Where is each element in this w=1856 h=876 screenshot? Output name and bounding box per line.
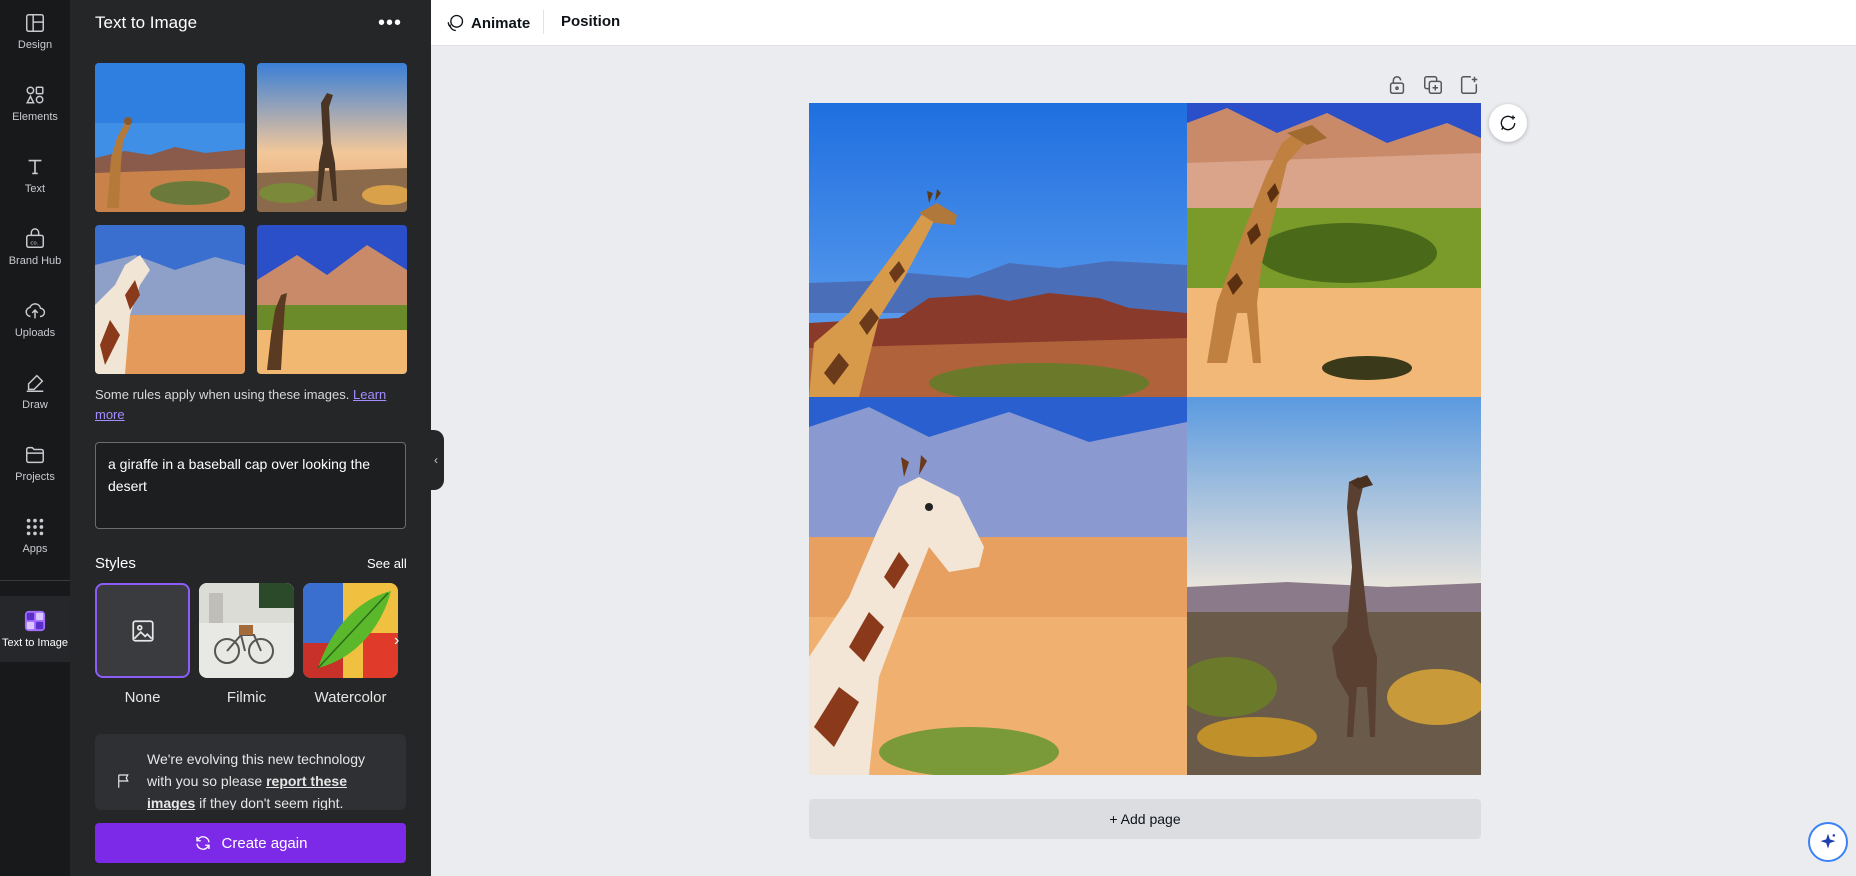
- rail-label-design: Design: [17, 38, 53, 51]
- style-label-none: None: [124, 689, 161, 706]
- result-thumbnail-3[interactable]: [95, 225, 245, 374]
- image-placeholder-icon: [131, 619, 154, 642]
- rail-item-apps[interactable]: Apps: [0, 504, 70, 566]
- add-page-icon[interactable]: [1458, 74, 1480, 96]
- result-thumbnail-2[interactable]: [257, 63, 407, 212]
- elements-icon: [26, 85, 44, 104]
- text-icon: [28, 159, 42, 174]
- see-all-link[interactable]: See all: [367, 556, 407, 571]
- rail-item-design[interactable]: Design: [0, 0, 70, 62]
- style-label-watercolor: Watercolor: [314, 689, 387, 706]
- watercolor-style-preview: [303, 583, 398, 678]
- giraffe-desert-image-4: [1187, 397, 1481, 775]
- style-option-filmic[interactable]: [199, 583, 294, 678]
- more-options-icon[interactable]: •••: [378, 12, 402, 35]
- rail-label-brand-hub: Brand Hub: [8, 254, 62, 267]
- text-to-image-panel: Text to Image ••• Some rules apply when …: [70, 0, 431, 876]
- uploads-icon: [25, 302, 46, 318]
- design-icon: [26, 13, 44, 32]
- position-button[interactable]: Position: [561, 13, 620, 30]
- giraffe-desert-image-2: [1187, 103, 1481, 397]
- giraffe-desert-image-1: [809, 103, 1187, 397]
- prompt-input[interactable]: a giraffe in a baseball cap over looking…: [95, 442, 406, 529]
- flag-icon: [118, 774, 129, 788]
- projects-icon: [26, 446, 44, 463]
- rail-label-text: Text: [24, 182, 46, 195]
- result-thumbnail-4[interactable]: [257, 225, 407, 374]
- comment-add-icon: [1500, 115, 1516, 131]
- brand-hub-icon: co.: [26, 227, 44, 248]
- giraffe-desert-image-3: [809, 397, 1187, 775]
- canvas-image-1[interactable]: [809, 103, 1187, 397]
- styles-heading: Styles: [95, 555, 136, 572]
- draw-icon: [26, 374, 44, 392]
- create-again-button[interactable]: Create again: [95, 823, 406, 863]
- notice-text: We're evolving this new technology with …: [147, 748, 387, 810]
- giraffe-image-2: [257, 63, 407, 212]
- apps-icon: [26, 518, 44, 535]
- usage-rules-text: Some rules apply when using these images…: [95, 385, 395, 425]
- rail-label-uploads: Uploads: [14, 326, 56, 339]
- rail-item-text-to-image[interactable]: Text to Image: [0, 596, 70, 662]
- animate-button[interactable]: Animate: [445, 13, 530, 33]
- rail-label-projects: Projects: [15, 470, 55, 483]
- rail-label-elements: Elements: [12, 110, 58, 123]
- rail-divider: [0, 580, 70, 581]
- rail-item-draw[interactable]: Draw: [0, 360, 70, 422]
- giraffe-image-3: [95, 225, 245, 374]
- notice-text-after: if they don't seem right.: [195, 795, 344, 810]
- add-page-button[interactable]: + Add page: [809, 799, 1481, 839]
- feedback-notice: We're evolving this new technology with …: [95, 734, 406, 810]
- page-tools: [1386, 74, 1480, 96]
- svg-text:co.: co.: [30, 240, 38, 246]
- duplicate-page-icon[interactable]: [1422, 74, 1444, 96]
- sparkle-icon: [1820, 833, 1836, 849]
- left-rail: Design Elements Text co. Brand Hub Uploa…: [0, 0, 70, 876]
- rail-label-draw: Draw: [22, 398, 48, 411]
- canvas-image-2[interactable]: [1187, 103, 1481, 397]
- canvas-image-4[interactable]: [1187, 397, 1481, 775]
- rules-text: Some rules apply when using these images…: [95, 387, 350, 402]
- animate-icon: [447, 14, 464, 32]
- rail-item-projects[interactable]: Projects: [0, 432, 70, 494]
- style-option-none[interactable]: [95, 583, 190, 678]
- create-again-label: Create again: [221, 834, 308, 852]
- result-thumbnail-1[interactable]: [95, 63, 245, 212]
- refresh-icon: [195, 836, 210, 850]
- panel-title: Text to Image: [95, 13, 198, 32]
- add-comment-button[interactable]: [1489, 104, 1527, 142]
- rail-item-uploads[interactable]: Uploads: [0, 288, 70, 350]
- top-toolbar: Animate Position: [431, 0, 1856, 46]
- canvas-image-3[interactable]: [809, 397, 1187, 775]
- toolbar-divider: [543, 10, 544, 34]
- filmic-style-preview: [199, 583, 294, 678]
- animate-label: Animate: [471, 14, 531, 32]
- giraffe-image-4: [257, 225, 407, 374]
- style-label-filmic: Filmic: [226, 689, 267, 706]
- rail-item-text[interactable]: Text: [0, 144, 70, 206]
- style-option-watercolor[interactable]: [303, 583, 398, 678]
- lock-icon[interactable]: [1386, 74, 1408, 96]
- text-to-image-icon: [24, 610, 46, 631]
- rail-label-apps: Apps: [22, 542, 48, 555]
- rail-item-elements[interactable]: Elements: [0, 72, 70, 134]
- collapse-panel-chevron-icon[interactable]: ‹: [428, 430, 444, 490]
- styles-next-chevron-icon[interactable]: ›: [394, 632, 399, 650]
- rail-label-text-to-image: Text to Image: [1, 636, 69, 649]
- design-page[interactable]: [809, 103, 1481, 775]
- magic-assistant-button[interactable]: [1808, 822, 1848, 862]
- giraffe-image-1: [95, 63, 245, 212]
- rail-item-brand-hub[interactable]: co. Brand Hub: [0, 216, 70, 278]
